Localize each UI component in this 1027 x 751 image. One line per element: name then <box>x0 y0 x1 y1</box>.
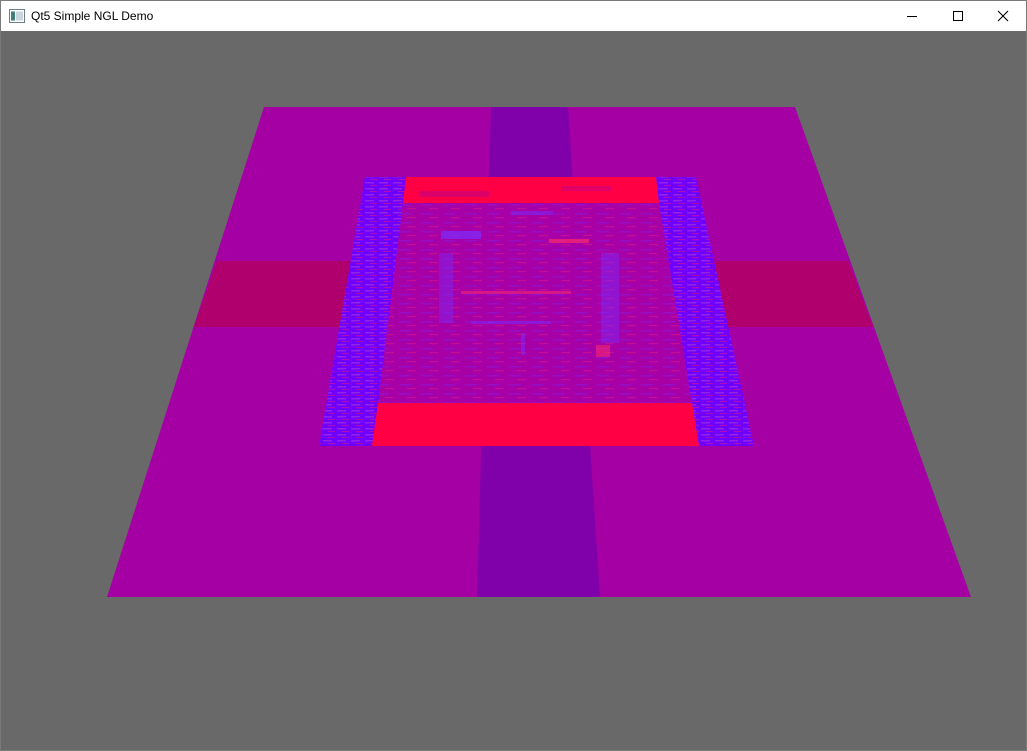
close-button[interactable] <box>980 1 1026 31</box>
minimize-button[interactable] <box>889 1 935 31</box>
close-icon <box>997 10 1009 22</box>
app-window: Qt5 Simple NGL Demo <box>0 0 1027 751</box>
maximize-icon <box>953 11 963 21</box>
app-window-icon <box>9 9 25 23</box>
frame-red-top <box>403 177 659 203</box>
gl-viewport[interactable] <box>1 31 1026 750</box>
frame-red-bottom <box>372 403 699 446</box>
maximize-button[interactable] <box>935 1 981 31</box>
window-title: Qt5 Simple NGL Demo <box>31 9 154 23</box>
frame-inner-noise <box>378 203 692 403</box>
scene-render[interactable] <box>1 31 1026 750</box>
minimize-icon <box>907 16 917 17</box>
title-bar[interactable]: Qt5 Simple NGL Demo <box>1 1 1026 31</box>
